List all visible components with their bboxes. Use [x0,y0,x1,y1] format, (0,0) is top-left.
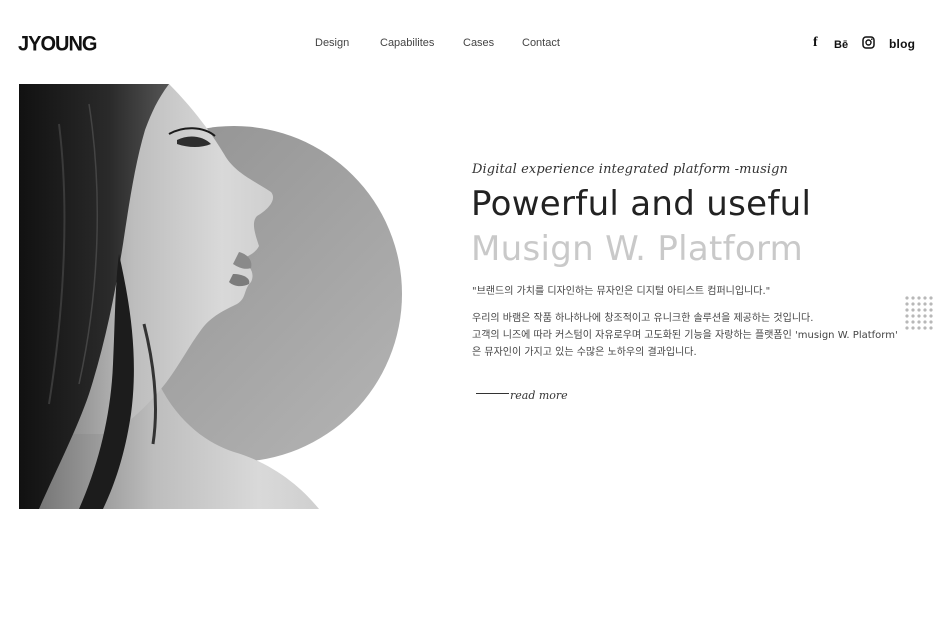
behance-icon[interactable]: Bē [834,36,848,54]
dot-grid-decoration [904,295,934,335]
read-more-link[interactable]: read more [476,384,568,402]
hero-subtitle: Digital experience integrated platform -… [472,162,788,177]
description-line: 우리의 바램은 작품 하나하나에 창조적이고 유니크한 솔루션을 제공하는 것입… [472,313,814,324]
description-line: 고객의 니즈에 따라 커스텀이 자유로우며 고도화된 기능을 자랑하는 플랫폼인… [472,330,898,341]
instagram-icon[interactable] [862,36,875,49]
read-more-line [476,393,509,394]
hero-title-line1: Powerful and useful [471,184,812,224]
description-line: 은 뮤자인이 가지고 있는 수많은 노하우의 결과입니다. [472,347,697,358]
hero-description: 우리의 바램은 작품 하나하나에 창조적이고 유니크한 솔루션을 제공하는 것입… [472,310,898,361]
hero-image [19,84,419,509]
hero-title-line2: Musign W. Platform [471,229,804,269]
facebook-icon[interactable]: f [813,34,818,52]
blog-link[interactable]: blog [889,35,915,53]
hero-quote: "브랜드의 가치를 디자인하는 뮤자인은 디지털 아티스트 컴퍼니입니다." [472,286,771,297]
read-more-label: read more [510,389,568,402]
social-links: f Bē blog [0,34,941,54]
